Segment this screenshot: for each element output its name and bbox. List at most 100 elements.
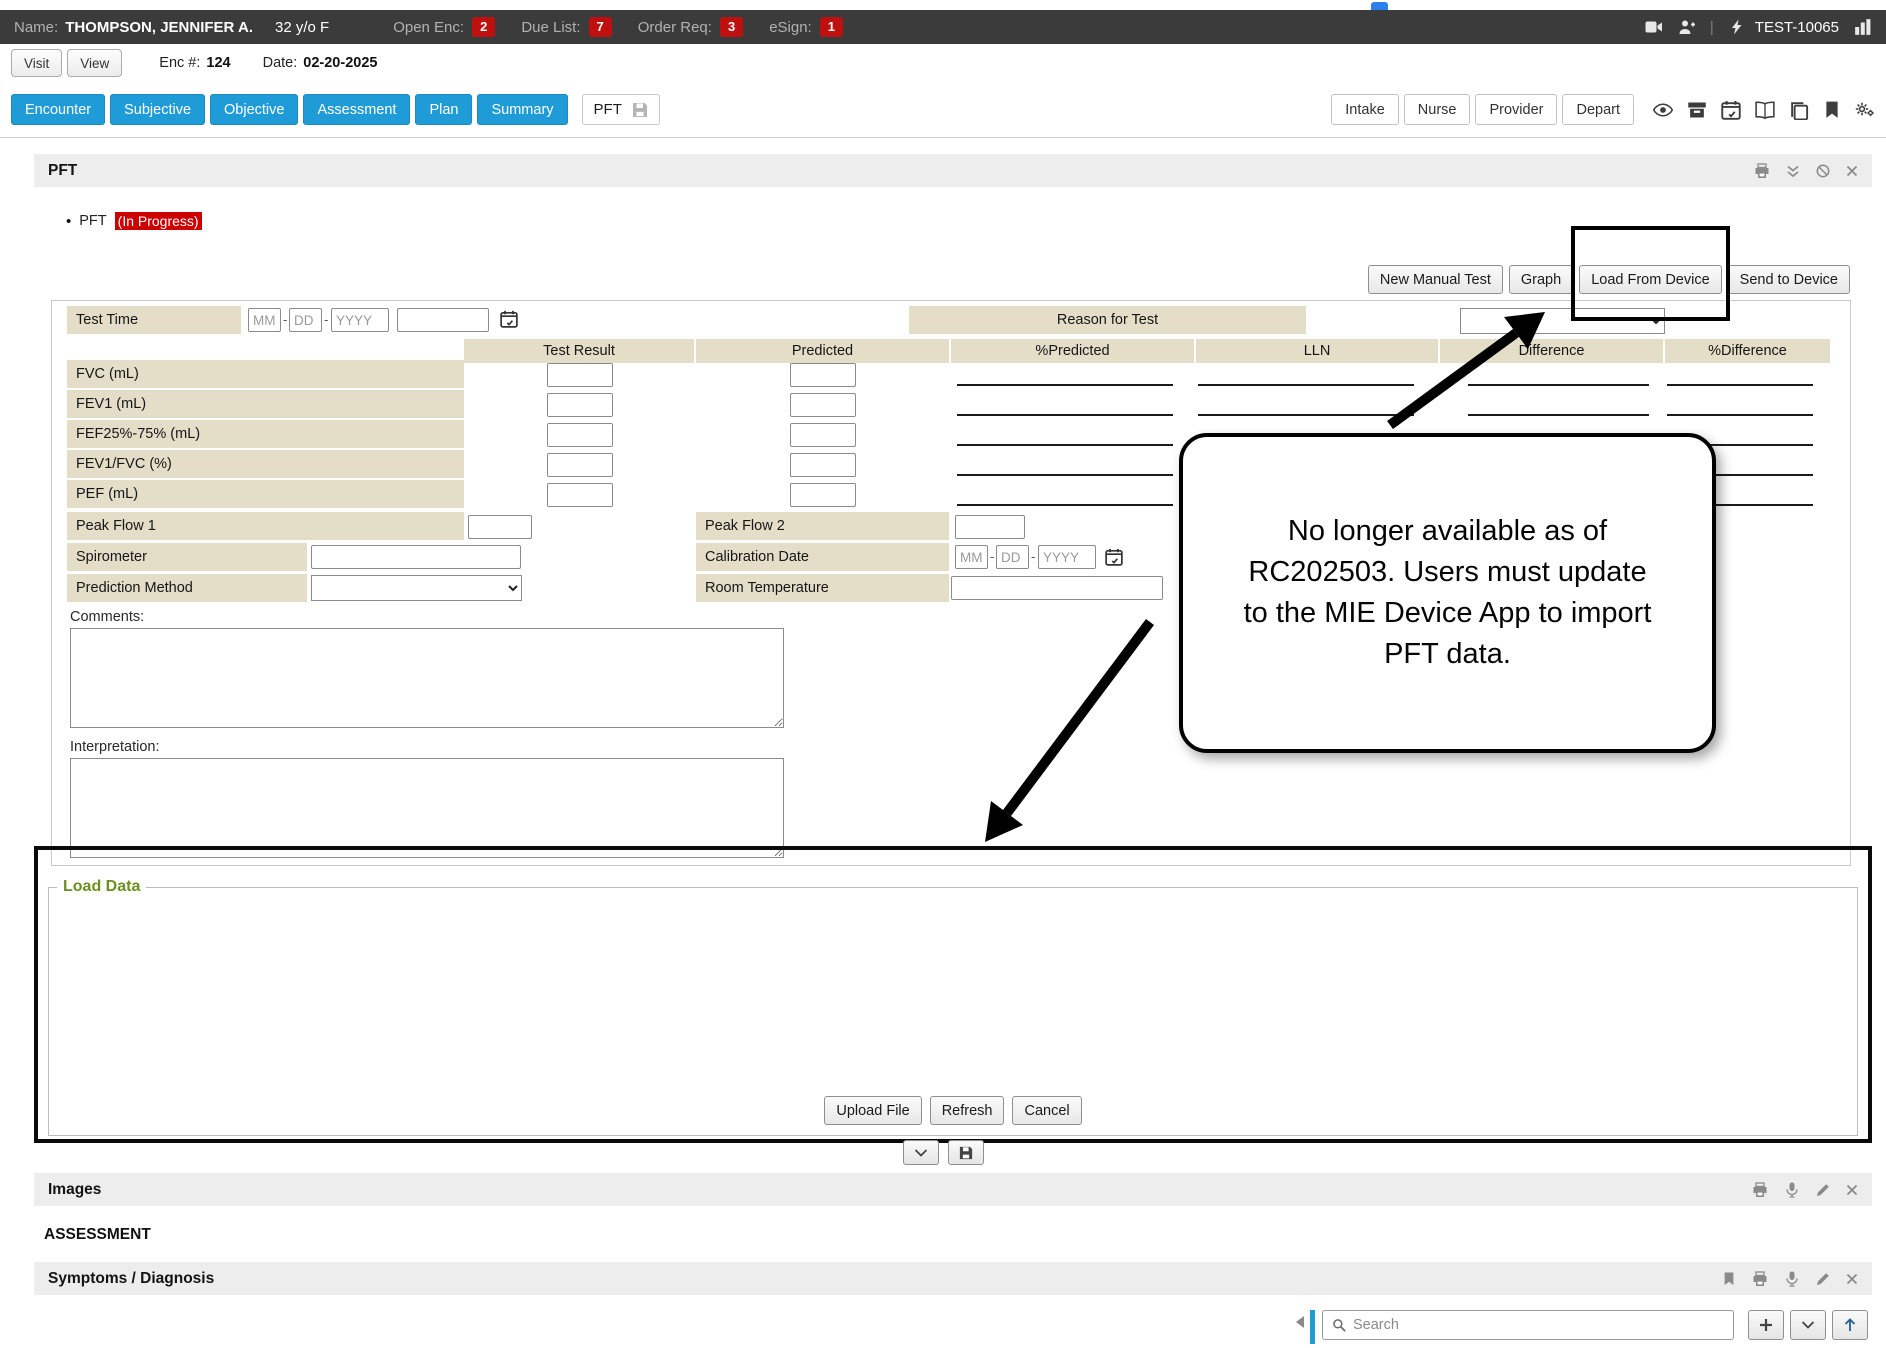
load-data-legend: Load Data [57,878,146,896]
calendar-icon[interactable] [1105,548,1123,566]
reason-for-test-label: Reason for Test [909,306,1306,334]
stage-nurse-button[interactable]: Nurse [1404,94,1471,125]
pft-list-item[interactable]: • PFT (In Progress) [66,212,202,230]
upload-file-button[interactable]: Upload File [824,1096,921,1125]
test-result-input[interactable] [547,363,613,387]
test-time-time-input[interactable] [397,308,489,332]
lightning-icon[interactable] [1729,19,1745,35]
calendar-icon[interactable] [1721,100,1741,120]
peak-flow-2-input[interactable] [955,515,1025,539]
table-row: FEV1 (mL) [52,390,1850,418]
patient-header-bar: Name: THOMPSON, JENNIFER A. 32 y/o F Ope… [0,10,1886,44]
send-to-device-button[interactable]: Send to Device [1728,265,1850,294]
print-icon[interactable] [1752,1271,1768,1287]
copy-icon[interactable] [1789,100,1809,120]
disable-icon[interactable] [1816,164,1830,178]
add-button[interactable] [1748,1310,1784,1340]
open-enc-badge[interactable]: 2 [472,17,495,37]
search-input[interactable] [1353,1317,1724,1333]
bookmark-icon[interactable] [1823,101,1841,119]
cancel-button[interactable]: Cancel [1012,1096,1081,1125]
close-icon[interactable] [1846,165,1858,177]
reason-for-test-select[interactable] [1460,308,1665,334]
video-camera-icon[interactable] [1645,18,1663,36]
book-icon[interactable] [1755,100,1775,120]
visit-button[interactable]: Visit [11,49,62,77]
save-section-button[interactable] [948,1140,984,1165]
stage-provider-button[interactable]: Provider [1475,94,1557,125]
predicted-input[interactable] [790,453,856,477]
microphone-icon[interactable] [1784,1271,1800,1287]
close-icon[interactable] [1846,1273,1858,1285]
collapse-section-button[interactable] [903,1140,939,1165]
nav-summary-button[interactable]: Summary [477,94,567,125]
symptoms-toolbar [0,1308,1886,1348]
add-person-icon[interactable] [1678,18,1696,36]
graph-button[interactable]: Graph [1509,265,1573,294]
scroll-top-button[interactable] [1832,1310,1868,1340]
pft-item-label[interactable]: PFT [79,213,106,229]
percent-predicted-line [957,474,1173,476]
predicted-input[interactable] [790,483,856,507]
save-icon[interactable] [632,102,648,118]
due-list-badge[interactable]: 7 [589,17,612,37]
peak-flow-1-input[interactable] [468,515,532,539]
test-time-month-input[interactable] [248,308,281,332]
predicted-input[interactable] [790,423,856,447]
print-icon[interactable] [1754,163,1770,179]
pft-actions: New Manual Test Graph Load From Device S… [1368,265,1850,294]
edit-icon[interactable] [1816,1183,1830,1197]
calendar-icon[interactable] [500,310,518,328]
nav-assessment-button[interactable]: Assessment [303,94,410,125]
stage-intake-button[interactable]: Intake [1331,94,1399,125]
stage-depart-button[interactable]: Depart [1562,94,1634,125]
predicted-input[interactable] [790,393,856,417]
bar-chart-icon[interactable] [1854,18,1872,36]
microphone-icon[interactable] [1784,1182,1800,1198]
gears-icon[interactable] [1855,100,1875,120]
nav-plan-button[interactable]: Plan [415,94,472,125]
test-result-input[interactable] [547,483,613,507]
test-time-year-input[interactable] [331,308,389,332]
comments-textarea[interactable] [70,628,784,728]
scroll-left-icon[interactable] [1294,1316,1306,1328]
refresh-button[interactable]: Refresh [930,1096,1005,1125]
test-time-day-input[interactable] [289,308,322,332]
load-from-device-button[interactable]: Load From Device [1579,265,1721,294]
edit-icon[interactable] [1816,1272,1830,1286]
interpretation-textarea[interactable] [70,758,784,858]
date-dash: - [324,312,328,327]
predicted-input[interactable] [790,363,856,387]
encounter-subbar: Visit View Enc #: 124 Date: 02-20-2025 [0,44,1886,82]
esign-badge[interactable]: 1 [820,17,843,37]
room-temperature-input[interactable] [951,576,1163,600]
close-icon[interactable] [1846,1184,1858,1196]
order-req-badge[interactable]: 3 [720,17,743,37]
date-dash: - [990,549,994,564]
collapse-icon[interactable] [1786,164,1800,178]
tab-pft[interactable]: PFT [582,94,660,125]
eye-icon[interactable] [1653,100,1673,120]
bookmark-icon[interactable] [1722,1272,1736,1286]
collapse-button[interactable] [1790,1310,1826,1340]
row-label-fev1-fvc: FEV1/FVC (%) [67,450,464,478]
nav-objective-button[interactable]: Objective [210,94,298,125]
section-mini-buttons [0,1140,1886,1165]
test-result-input[interactable] [547,453,613,477]
spirometer-input[interactable] [311,545,521,569]
nav-subjective-button[interactable]: Subjective [110,94,205,125]
images-section-title: Images [48,1181,101,1199]
calibration-month-input[interactable] [955,545,988,569]
calibration-year-input[interactable] [1038,545,1096,569]
calibration-day-input[interactable] [996,545,1029,569]
print-icon[interactable] [1752,1182,1768,1198]
percent-difference-line [1667,384,1813,386]
test-result-input[interactable] [547,423,613,447]
search-box[interactable] [1322,1310,1734,1340]
archive-icon[interactable] [1687,100,1707,120]
new-manual-test-button[interactable]: New Manual Test [1368,265,1503,294]
prediction-method-select[interactable] [311,575,522,601]
view-button[interactable]: View [67,49,122,77]
test-result-input[interactable] [547,393,613,417]
nav-encounter-button[interactable]: Encounter [11,94,105,125]
